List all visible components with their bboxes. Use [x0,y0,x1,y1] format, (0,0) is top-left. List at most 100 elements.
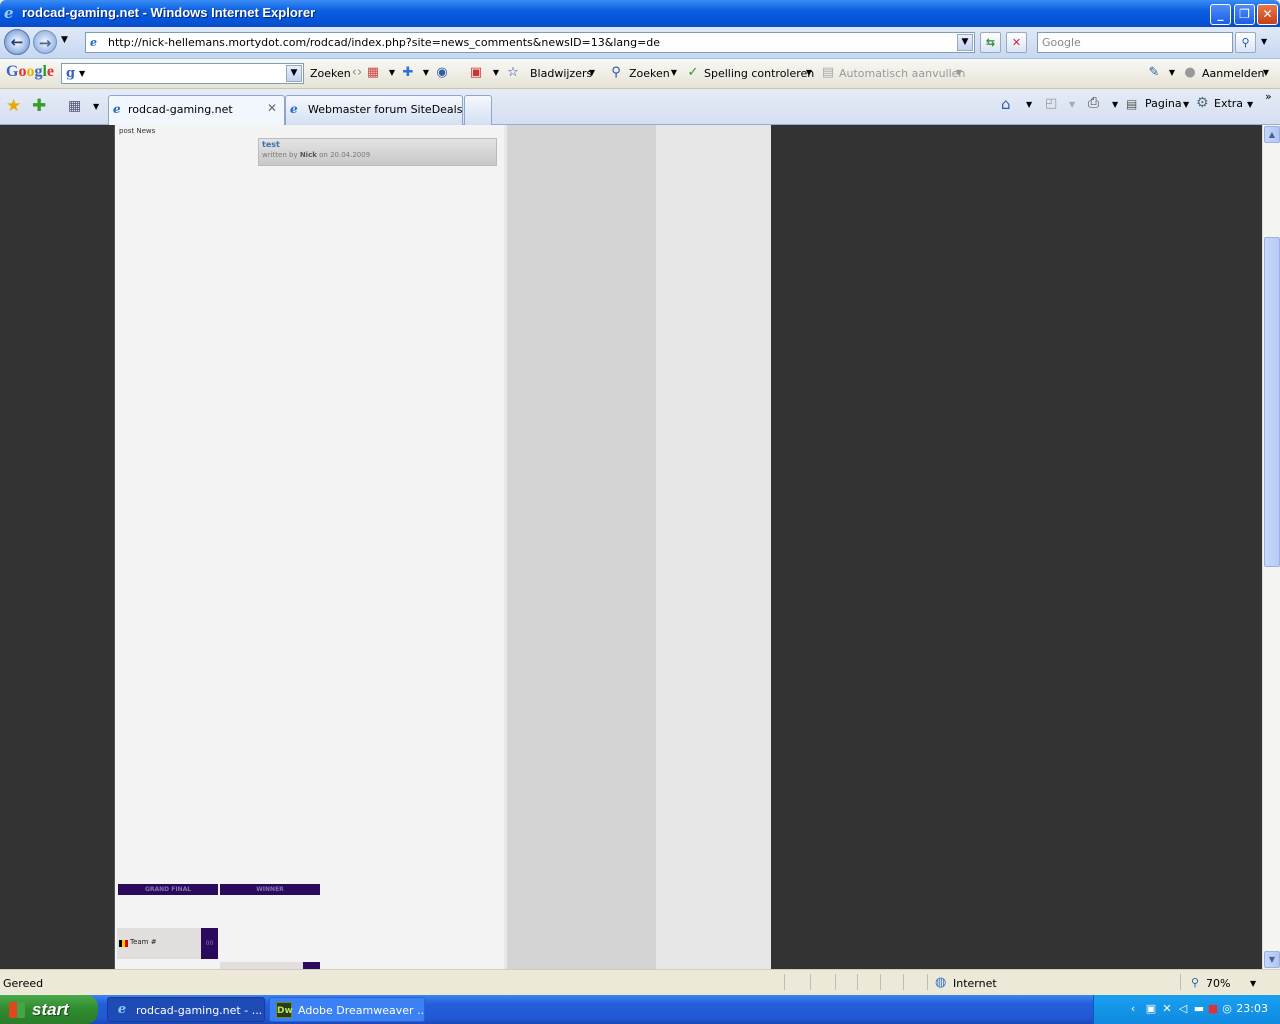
window-titlebar[interactable]: e rodcad-gaming.net - Windows Internet E… [0,0,1280,27]
chevron-down-icon[interactable]: ▼ [1026,100,1032,109]
tab-list-chevron-icon[interactable]: ▼ [93,102,99,111]
google-search-button[interactable]: Zoeken [310,67,351,80]
main-content-column [114,125,504,969]
chevron-down-icon[interactable]: ▼ [1258,65,1274,81]
send-to-icon[interactable]: ▣ [468,65,484,81]
system-clock[interactable]: 23:03 [1236,1002,1268,1015]
windows-logo-icon [9,1002,25,1018]
security-zone: Internet [953,977,997,990]
globe-icon: ◍ [935,975,947,990]
feed-icon[interactable]: ◰ [1045,96,1057,111]
tools-tray-icon[interactable]: ✕ [1160,1002,1174,1016]
quick-tabs-icon[interactable]: ▦ [68,98,81,114]
zoom-icon: ⚲ [1191,976,1200,989]
google-search-input[interactable]: g ▼ ▼ [61,63,304,84]
page-icon: ▤ [1126,97,1138,111]
back-arrow-icon[interactable]: ← [4,29,30,55]
google-logo: Google [6,63,55,80]
chevron-down-icon[interactable]: ▼ [584,65,600,81]
zoom-chevron-icon[interactable]: ▼ [1250,979,1256,988]
dreamweaver-icon: Dw [276,1002,293,1018]
status-divider [835,974,836,990]
history-dropdown-icon[interactable]: ▼ [61,35,68,45]
search-input[interactable]: Google [1037,32,1233,53]
status-divider [810,974,811,990]
chevron-down-icon[interactable]: ▼ [418,65,434,81]
autofill-button[interactable]: Automatisch aanvullen [839,67,965,80]
winner-header: WINNER [220,884,320,895]
tools-menu-button[interactable]: Extra [1214,97,1243,110]
battery-icon[interactable]: ▬ [1192,1002,1206,1016]
vertical-scrollbar[interactable]: ▲ ▼ [1262,125,1280,969]
chevron-down-icon[interactable]: ▼ [1183,100,1189,109]
new-tab-button[interactable] [464,95,492,125]
chevron-down-icon[interactable]: ▼ [1069,100,1075,109]
maximize-button[interactable]: ❐ [1234,4,1255,25]
close-button[interactable]: ✕ [1257,4,1278,25]
post-news-link[interactable]: post News [119,127,155,135]
chevron-down-icon[interactable]: ▼ [1112,100,1118,109]
chevron-down-icon[interactable]: ▼ [79,69,85,78]
popup-blocker-icon[interactable]: ▦ [365,65,381,81]
status-divider [784,974,785,990]
antivirus-icon[interactable]: ■ [1206,1002,1220,1016]
navigation-bar: ← → ▼ e http://nick-hellemans.mortydot.c… [0,27,1280,59]
ie-icon: e [113,102,121,116]
news-author[interactable]: Nick [300,151,317,159]
minimize-button[interactable]: _ [1210,4,1231,25]
star-outline-icon[interactable]: ☆ [505,65,521,81]
print-icon[interactable]: ⎙ [1088,95,1099,111]
favorites-star-icon[interactable]: ★ [6,96,21,116]
google-search-dropdown[interactable]: ▼ [286,65,302,82]
network-icon[interactable]: ▣ [1144,1002,1158,1016]
news-title-link[interactable]: test [262,140,280,149]
chevron-down-icon[interactable]: ▼ [384,65,400,81]
forward-arrow-icon[interactable]: → [33,30,57,54]
update-icon[interactable]: ◎ [1220,1002,1234,1016]
chevron-down-icon[interactable]: ▼ [1164,65,1180,81]
tab-label: rodcad-gaming.net [128,103,233,116]
belgium-flag-icon [119,940,128,947]
search-icon[interactable]: ⚲ [1235,32,1256,53]
volume-icon[interactable]: ◁ [1176,1002,1190,1016]
add-favorite-icon[interactable]: ✚ [32,96,46,116]
search-options-chevron-icon[interactable]: ▼ [1261,37,1267,46]
chevron-down-icon[interactable]: ▼ [957,34,973,51]
add-button-icon[interactable]: ✚ [400,65,416,81]
chevron-down-icon[interactable]: ▼ [951,65,967,81]
globe-icon[interactable]: ◉ [434,65,450,81]
address-bar[interactable]: e http://nick-hellemans.mortydot.com/rod… [85,32,975,53]
scroll-down-arrow-icon[interactable]: ▼ [1264,951,1280,968]
start-button[interactable]: start [0,995,98,1024]
chevron-down-icon[interactable]: ▼ [666,65,682,81]
magnifier-icon[interactable]: ⚲ [608,65,624,81]
bookmarks-button[interactable]: Bladwijzers [530,67,592,80]
status-divider [880,974,881,990]
page-menu-button[interactable]: Pagina [1145,97,1182,110]
scrollbar-thumb[interactable] [1264,237,1280,567]
page-icon: e [90,36,97,49]
stop-icon[interactable]: ✕ [1006,32,1027,53]
wrench-icon[interactable]: ✎ [1146,65,1162,81]
spellcheck-icon[interactable]: ✓ [685,65,701,81]
close-icon[interactable]: ✕ [267,101,277,115]
chevron-down-icon[interactable]: ▼ [1247,100,1253,109]
refresh-icon[interactable]: ⇆ [980,32,1001,53]
find-button[interactable]: Zoeken [629,67,670,80]
window-title: rodcad-gaming.net - Windows Internet Exp… [22,5,316,20]
tab-webmaster-forum[interactable]: e Webmaster forum SiteDeals [285,95,463,125]
chevron-down-icon[interactable]: ▼ [801,65,817,81]
spellcheck-button[interactable]: Spelling controleren [704,67,814,80]
home-icon[interactable]: ⌂ [1001,95,1011,113]
chevron-down-icon[interactable]: ▼ [488,65,504,81]
zoom-level[interactable]: 70% [1206,977,1230,990]
winner-team-slot [220,962,303,969]
autofill-icon[interactable]: ▤ [820,65,836,81]
taskbar-item-ie[interactable]: e rodcad-gaming.net - ... [107,997,265,1022]
taskbar-item-dreamweaver[interactable]: Dw Adobe Dreamweaver ... [269,997,425,1022]
scroll-up-arrow-icon[interactable]: ▲ [1264,126,1280,143]
tab-rodcad[interactable]: e rodcad-gaming.net ✕ [108,95,285,126]
more-commands-icon[interactable]: » [1265,90,1272,103]
tray-expand-icon[interactable]: ‹ [1126,1002,1140,1016]
sign-in-button[interactable]: Aanmelden [1202,67,1265,80]
